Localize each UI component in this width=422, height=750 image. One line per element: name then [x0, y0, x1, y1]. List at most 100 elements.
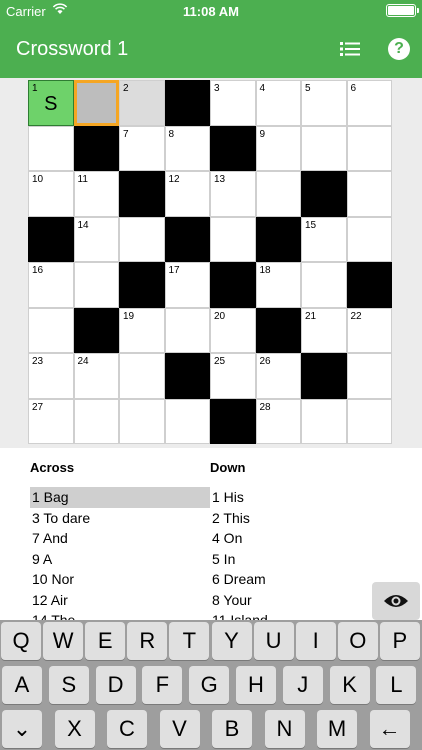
grid-cell[interactable]	[73, 262, 119, 308]
backspace-key[interactable]: ←	[369, 710, 410, 748]
grid-cell[interactable]	[346, 398, 392, 444]
grid-cell[interactable]: 6	[346, 80, 392, 126]
down-clue[interactable]: 11 Island	[210, 610, 390, 620]
key-f[interactable]: F	[142, 666, 183, 704]
key-i[interactable]: I	[295, 622, 336, 660]
grid-cell[interactable]: 9	[255, 125, 301, 171]
grid-block	[255, 216, 301, 262]
grid-cell[interactable]	[346, 216, 392, 262]
grid-cell[interactable]: 21	[301, 307, 347, 353]
grid-cell[interactable]: 19	[119, 307, 165, 353]
grid-cell[interactable]: 18	[255, 262, 301, 308]
reveal-button[interactable]	[372, 582, 420, 620]
cell-number: 21	[305, 310, 317, 322]
grid-cell[interactable]	[73, 80, 119, 126]
key-h[interactable]: H	[236, 666, 276, 704]
list-icon[interactable]	[340, 40, 360, 58]
grid-cell[interactable]	[164, 307, 210, 353]
grid-cell[interactable]: 2	[119, 80, 165, 126]
key-d[interactable]: D	[95, 666, 136, 704]
key-j[interactable]: J	[282, 666, 323, 704]
grid-cell[interactable]	[301, 398, 347, 444]
grid-cell[interactable]: 11	[73, 171, 119, 217]
key-u[interactable]: U	[253, 622, 294, 660]
grid-cell[interactable]	[346, 171, 392, 217]
grid-cell[interactable]	[119, 398, 165, 444]
grid-cell[interactable]	[301, 262, 347, 308]
cell-number: 14	[77, 219, 89, 231]
key-y[interactable]: Y	[211, 622, 252, 660]
key-c[interactable]: C	[107, 710, 147, 748]
grid-cell[interactable]: 1S	[28, 80, 74, 126]
across-clue[interactable]: 7 And	[30, 528, 210, 549]
key-b[interactable]: B	[212, 710, 252, 748]
down-clue[interactable]: 1 His	[210, 487, 390, 508]
key-m[interactable]: M	[317, 710, 357, 748]
grid-cell[interactable]: 28	[255, 398, 301, 444]
grid-cell[interactable]: 7	[119, 125, 165, 171]
key-w[interactable]: W	[43, 622, 84, 660]
key-x[interactable]: X	[54, 710, 95, 748]
grid-cell[interactable]	[301, 125, 347, 171]
cell-number: 11	[77, 174, 88, 185]
grid-block	[119, 171, 165, 217]
grid-cell[interactable]: 20	[210, 307, 256, 353]
down-clue[interactable]: 2 This	[210, 508, 390, 529]
grid-cell[interactable]	[164, 398, 210, 444]
grid-cell[interactable]: 24	[73, 353, 119, 399]
grid-cell[interactable]	[28, 125, 74, 171]
grid-cell[interactable]	[28, 307, 74, 353]
hide-keyboard-key[interactable]: ⌄	[2, 710, 42, 748]
key-r[interactable]: R	[127, 622, 168, 660]
key-l[interactable]: L	[376, 666, 417, 704]
cell-number: 15	[305, 219, 317, 231]
across-clue[interactable]: 12 Air	[30, 590, 210, 611]
grid-cell[interactable]: 15	[301, 216, 347, 262]
grid-cell[interactable]	[255, 171, 301, 217]
grid-cell[interactable]: 25	[210, 353, 256, 399]
grid-cell[interactable]: 10	[28, 171, 74, 217]
help-icon[interactable]: ?	[388, 38, 410, 60]
grid-cell[interactable]	[73, 398, 119, 444]
key-o[interactable]: O	[337, 622, 378, 660]
grid-cell[interactable]: 4	[255, 80, 301, 126]
down-clue[interactable]: 8 Your	[210, 590, 390, 611]
key-e[interactable]: E	[85, 622, 126, 660]
grid-cell[interactable]: 27	[28, 398, 74, 444]
key-s[interactable]: S	[48, 666, 89, 704]
across-clue[interactable]: 3 To dare	[30, 508, 210, 529]
down-clue[interactable]: 6 Dream	[210, 569, 390, 590]
grid-cell[interactable]: 22	[346, 307, 392, 353]
across-clue[interactable]: 10 Nor	[30, 569, 210, 590]
key-p[interactable]: P	[379, 622, 420, 660]
grid-cell[interactable]	[119, 353, 165, 399]
grid-cell[interactable]: 13	[210, 171, 256, 217]
across-clue[interactable]: 1 Bag	[30, 487, 210, 508]
key-q[interactable]: Q	[1, 622, 41, 660]
grid-cell[interactable]	[346, 353, 392, 399]
grid-cell[interactable]: 26	[255, 353, 301, 399]
across-clue[interactable]: 14 The	[30, 610, 210, 620]
grid-cell[interactable]: 16	[28, 262, 74, 308]
down-clue[interactable]: 4 On	[210, 528, 390, 549]
grid-cell[interactable]: 3	[210, 80, 256, 126]
key-n[interactable]: N	[264, 710, 305, 748]
key-k[interactable]: K	[329, 666, 370, 704]
across-clue[interactable]: 9 A	[30, 549, 210, 570]
down-clue[interactable]: 5 In	[210, 549, 390, 570]
grid-cell[interactable]: 8	[164, 125, 210, 171]
grid-cell[interactable]: 14	[73, 216, 119, 262]
grid-cell[interactable]	[210, 216, 256, 262]
grid-cell[interactable]: 23	[28, 353, 74, 399]
grid-cell[interactable]: 12	[164, 171, 210, 217]
grid-cell[interactable]: 5	[301, 80, 347, 126]
grid-cell[interactable]	[346, 125, 392, 171]
key-g[interactable]: G	[189, 666, 230, 704]
grid-cell[interactable]: 17	[164, 262, 210, 308]
grid-block	[210, 262, 256, 308]
key-v[interactable]: V	[159, 710, 200, 748]
cell-number: 12	[168, 174, 180, 185]
key-t[interactable]: T	[169, 622, 210, 660]
grid-cell[interactable]	[119, 216, 165, 262]
key-a[interactable]: A	[2, 666, 42, 704]
